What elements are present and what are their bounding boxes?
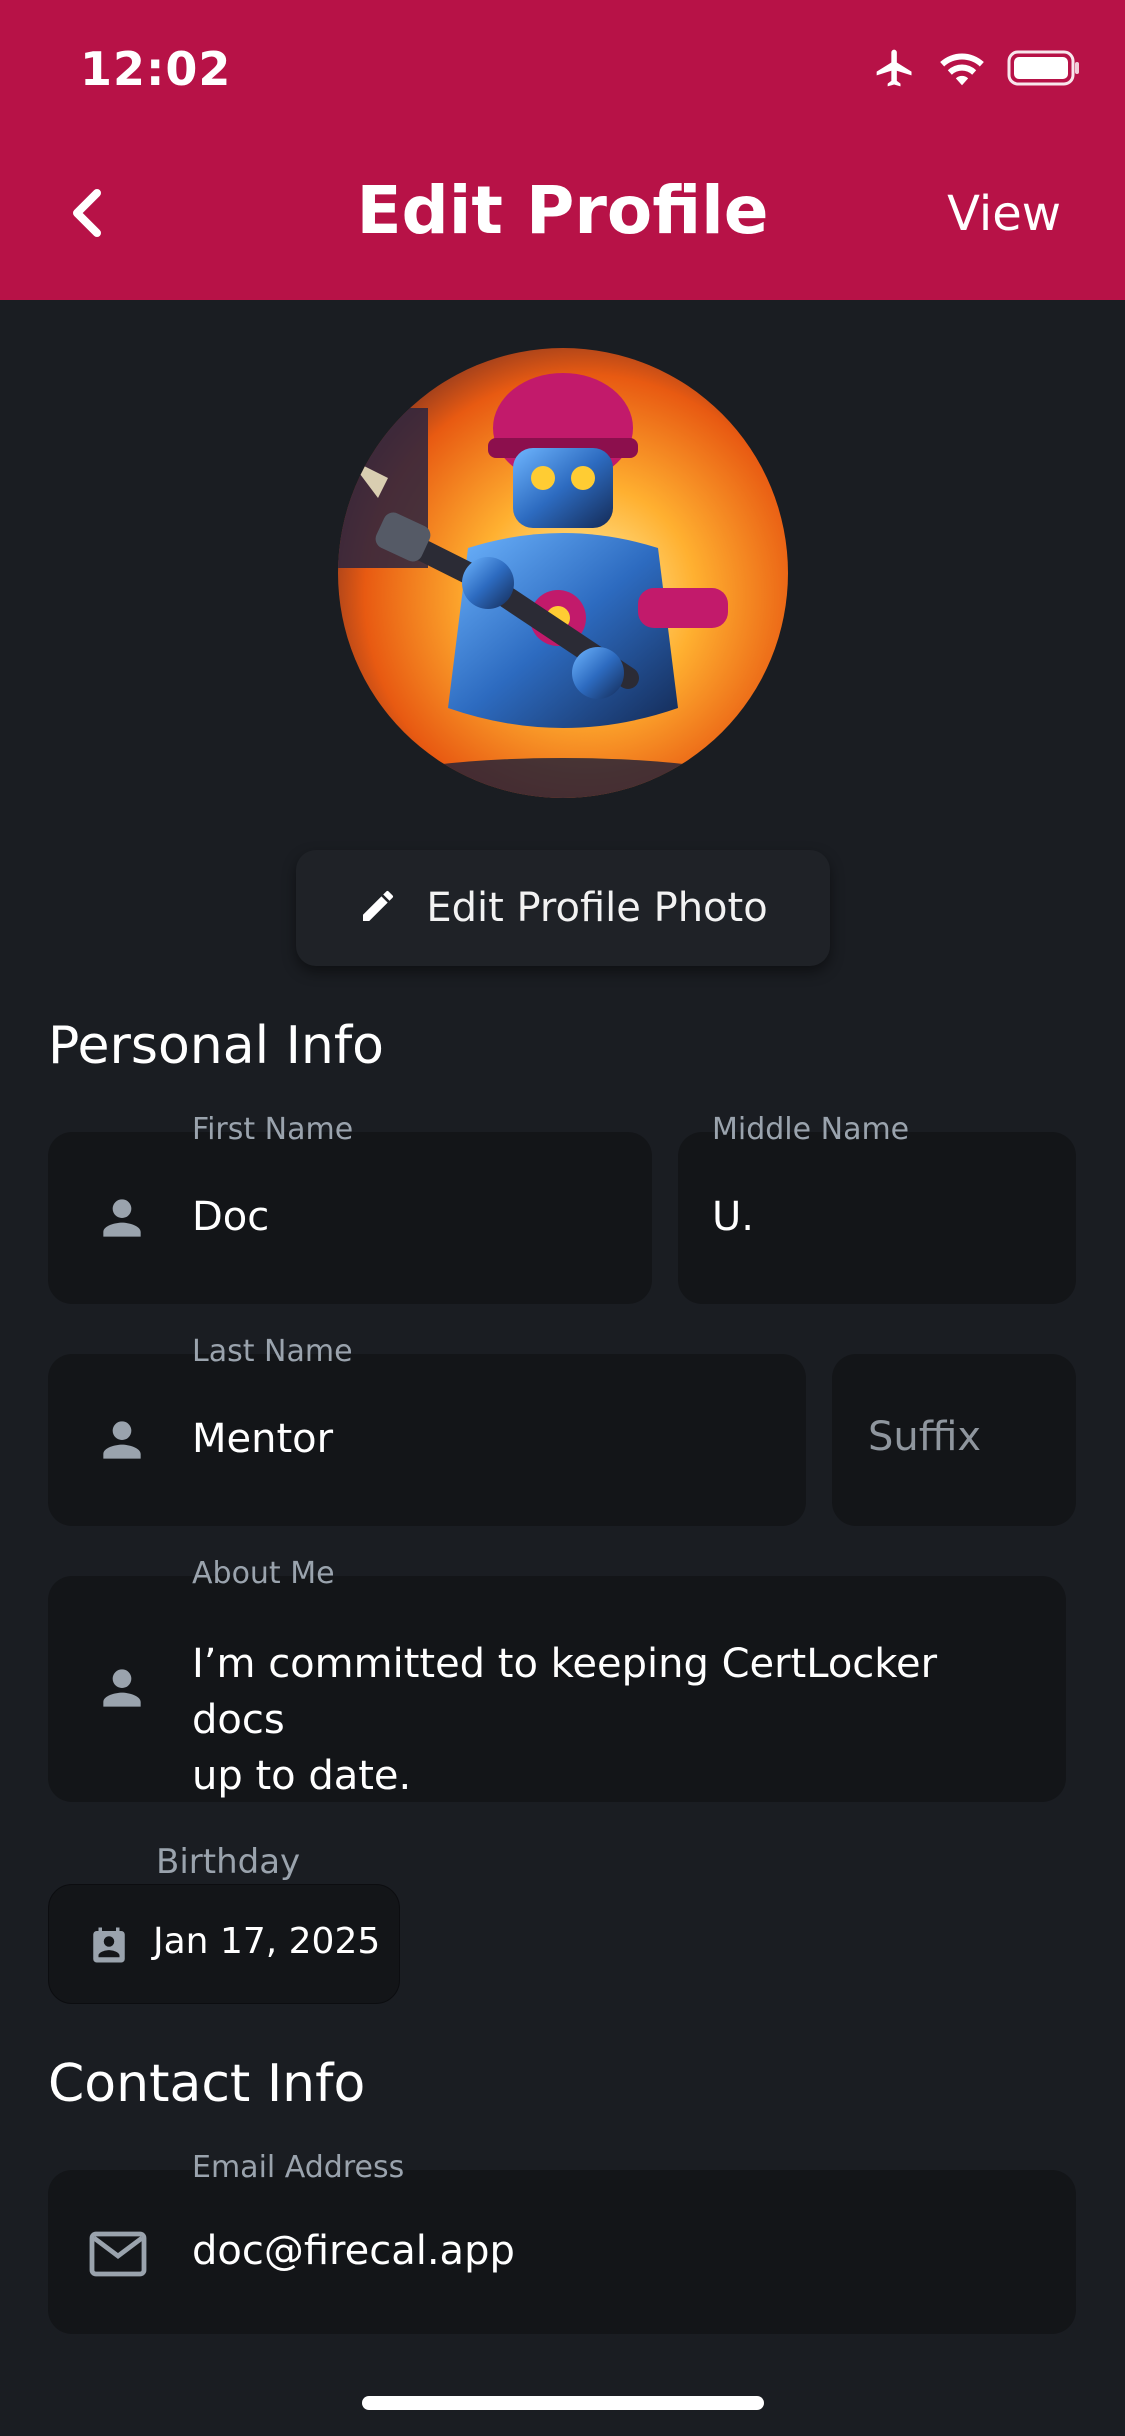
section-title-contact: Contact Info: [48, 2054, 366, 2114]
about-me-label: About Me: [192, 1556, 335, 1591]
calendar-person-icon: [85, 1921, 133, 1969]
avatar[interactable]: [338, 348, 788, 798]
person-icon: [90, 1186, 154, 1250]
home-indicator[interactable]: [362, 2396, 764, 2410]
birthday-label: Birthday: [156, 1842, 301, 1882]
first-name-field[interactable]: Doc: [48, 1132, 652, 1304]
middle-name-label: Middle Name: [712, 1112, 910, 1147]
edit-profile-photo-label: Edit Profile Photo: [426, 885, 768, 931]
about-me-value: I’m committed to keeping CertLocker docs…: [192, 1636, 1042, 1804]
email-value: doc@firecal.app: [192, 2228, 515, 2274]
about-me-line-1: I’m committed to keeping CertLocker docs: [192, 1641, 938, 1743]
pencil-icon: [358, 886, 398, 930]
last-name-field[interactable]: Mentor: [48, 1354, 806, 1526]
status-time: 12:02: [80, 42, 232, 96]
section-title-personal: Personal Info: [48, 1016, 384, 1076]
about-me-field[interactable]: I’m committed to keeping CertLocker docs…: [48, 1576, 1066, 1802]
mail-icon: [86, 2222, 150, 2286]
suffix-field[interactable]: Suffix: [832, 1354, 1076, 1526]
email-label: Email Address: [192, 2150, 405, 2185]
first-name-label: First Name: [192, 1112, 354, 1147]
battery-icon: [1007, 50, 1081, 90]
birthday-field[interactable]: Jan 17, 2025: [48, 1884, 400, 2004]
person-icon: [90, 1656, 154, 1720]
last-name-value: Mentor: [192, 1416, 334, 1462]
airplane-icon: [873, 46, 917, 94]
last-name-label: Last Name: [192, 1334, 353, 1369]
email-field[interactable]: doc@firecal.app: [48, 2170, 1076, 2334]
first-name-value: Doc: [192, 1194, 270, 1240]
birthday-value: Jan 17, 2025: [153, 1921, 381, 1962]
person-icon: [90, 1408, 154, 1472]
middle-name-field[interactable]: U.: [678, 1132, 1076, 1304]
middle-name-value: U.: [712, 1194, 754, 1240]
edit-profile-photo-button[interactable]: Edit Profile Photo: [296, 850, 830, 966]
wifi-icon: [939, 48, 985, 92]
suffix-placeholder: Suffix: [868, 1414, 982, 1460]
status-icons: [873, 48, 1081, 92]
about-me-line-2: up to date.: [192, 1753, 412, 1799]
header-bar: 12:02 Edit Profile View: [0, 0, 1125, 300]
view-button[interactable]: View: [947, 186, 1061, 242]
